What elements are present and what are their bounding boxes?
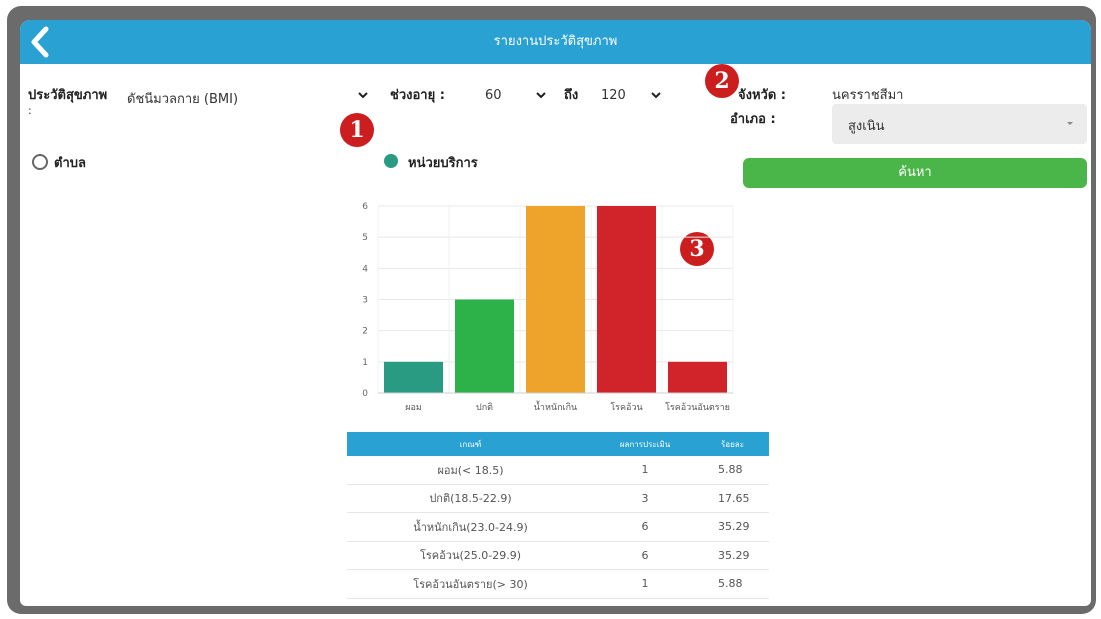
- history-colon: :: [28, 104, 32, 117]
- x-tick-label: ปกติ: [476, 402, 493, 413]
- district-select[interactable]: สูงเนิน: [832, 104, 1087, 144]
- province-label: จังหวัด :: [738, 88, 787, 103]
- total-percent: [696, 598, 769, 606]
- bar-4: [668, 361, 727, 393]
- table-header-row: เกณฑ์ ผลการประเมิน ร้อยละ: [347, 432, 769, 456]
- cell-criteria: โรคอ้วน(25.0-29.9): [347, 541, 594, 570]
- cell-result: 1: [594, 456, 696, 485]
- age-label: ช่วงอายุ :: [390, 88, 445, 103]
- x-tick-label: โรคอ้วนอันตราย: [665, 402, 730, 413]
- cell-percent: 5.88: [696, 456, 769, 485]
- app-screen: รายงานประวัติสุขภาพ ประวัติสุขภาพ : ดัชน…: [20, 20, 1091, 606]
- page-title: รายงานประวัติสุขภาพ: [493, 34, 618, 49]
- col-header-percent: ร้อยละ: [696, 432, 769, 456]
- tambon-radio[interactable]: [32, 154, 48, 170]
- bar-3: [597, 206, 656, 393]
- annotation-marker-1: 1: [340, 113, 374, 147]
- y-tick-label: 1: [362, 358, 368, 368]
- cell-percent: 35.29: [696, 512, 769, 542]
- cell-result: 6: [594, 512, 696, 542]
- table-row: น้ำหนักเกิน(23.0-24.9) 6 35.29: [347, 512, 769, 542]
- age-to-select[interactable]: 120: [601, 88, 626, 103]
- age-to-label: ถึง: [564, 88, 579, 103]
- annotation-marker-2: 2: [705, 64, 739, 98]
- x-tick-label: โรคอ้วน: [610, 402, 642, 413]
- district-label: อำเภอ :: [730, 112, 776, 127]
- table-row: โรคอ้วนอันตราย(> 30) 1 5.88: [347, 569, 769, 599]
- chevron-left-icon: [31, 26, 49, 58]
- history-label: ประวัติสุขภาพ: [28, 88, 108, 103]
- y-tick-label: 6: [362, 202, 368, 212]
- cell-criteria: ปกติ(18.5-22.9): [347, 484, 594, 513]
- bmi-summary-table: เกณฑ์ ผลการประเมิน ร้อยละ ผอม(< 18.5) 1 5.…: [347, 432, 769, 606]
- bar-1: [455, 299, 514, 393]
- bmi-bar-chart: 0 1 2 3 4 5 6 ผอม ปกติ น้ำหนักเกิน โรคอ้วน โรคอ้วนอ…: [362, 202, 734, 413]
- cell-result: 6: [594, 541, 696, 570]
- cell-percent: 5.88: [696, 569, 769, 599]
- chevron-down-icon[interactable]: [534, 88, 548, 102]
- unit-radio-selected[interactable]: [384, 154, 398, 168]
- col-header-result: ผลการประเมิน: [594, 432, 696, 456]
- age-from-select[interactable]: 60: [485, 88, 502, 103]
- table-total-row: รวม17: [347, 598, 769, 607]
- cell-result: 3: [594, 484, 696, 513]
- tambon-label: ตำบล: [54, 156, 86, 171]
- chevron-down-icon[interactable]: [649, 88, 663, 102]
- cell-criteria: น้ำหนักเกิน(23.0-24.9): [347, 512, 594, 542]
- cell-percent: 35.29: [696, 541, 769, 570]
- chevron-down-icon[interactable]: [356, 88, 370, 102]
- district-value: สูงเนิน: [848, 119, 885, 134]
- y-tick-label: 0: [362, 389, 368, 399]
- col-header-criteria: เกณฑ์: [347, 432, 594, 456]
- table-row: โรคอ้วน(25.0-29.9) 6 35.29: [347, 541, 769, 570]
- unit-label: หน่วยบริการ: [408, 156, 478, 171]
- table-row: ปกติ(18.5-22.9) 3 17.65: [347, 484, 769, 513]
- y-tick-label: 3: [362, 296, 368, 306]
- cell-result: 1: [594, 569, 696, 599]
- y-tick-label: 4: [362, 264, 368, 274]
- cell-criteria: โรคอ้วนอันตราย(> 30): [347, 569, 594, 599]
- y-tick-label: 2: [362, 327, 368, 337]
- y-tick-label: 5: [362, 233, 368, 243]
- x-tick-label: ผอม: [405, 403, 422, 413]
- caret-down-icon: [1067, 122, 1073, 125]
- x-tick-label: น้ำหนักเกิน: [534, 400, 577, 413]
- cell-percent: 17.65: [696, 484, 769, 513]
- top-bar: รายงานประวัติสุขภาพ: [20, 20, 1091, 64]
- cell-criteria: ผอม(< 18.5): [347, 456, 594, 485]
- search-button[interactable]: ค้นหา: [743, 158, 1087, 188]
- total-value: 17: [594, 598, 696, 607]
- back-button[interactable]: [26, 24, 56, 60]
- index-select[interactable]: ดัชนีมวลกาย (BMI): [127, 88, 238, 109]
- total-label: รวม: [347, 598, 594, 606]
- bar-0: [384, 361, 443, 393]
- province-value: นครราชสีมา: [832, 88, 904, 103]
- bar-2: [526, 206, 585, 393]
- table-row: ผอม(< 18.5) 1 5.88: [347, 456, 769, 485]
